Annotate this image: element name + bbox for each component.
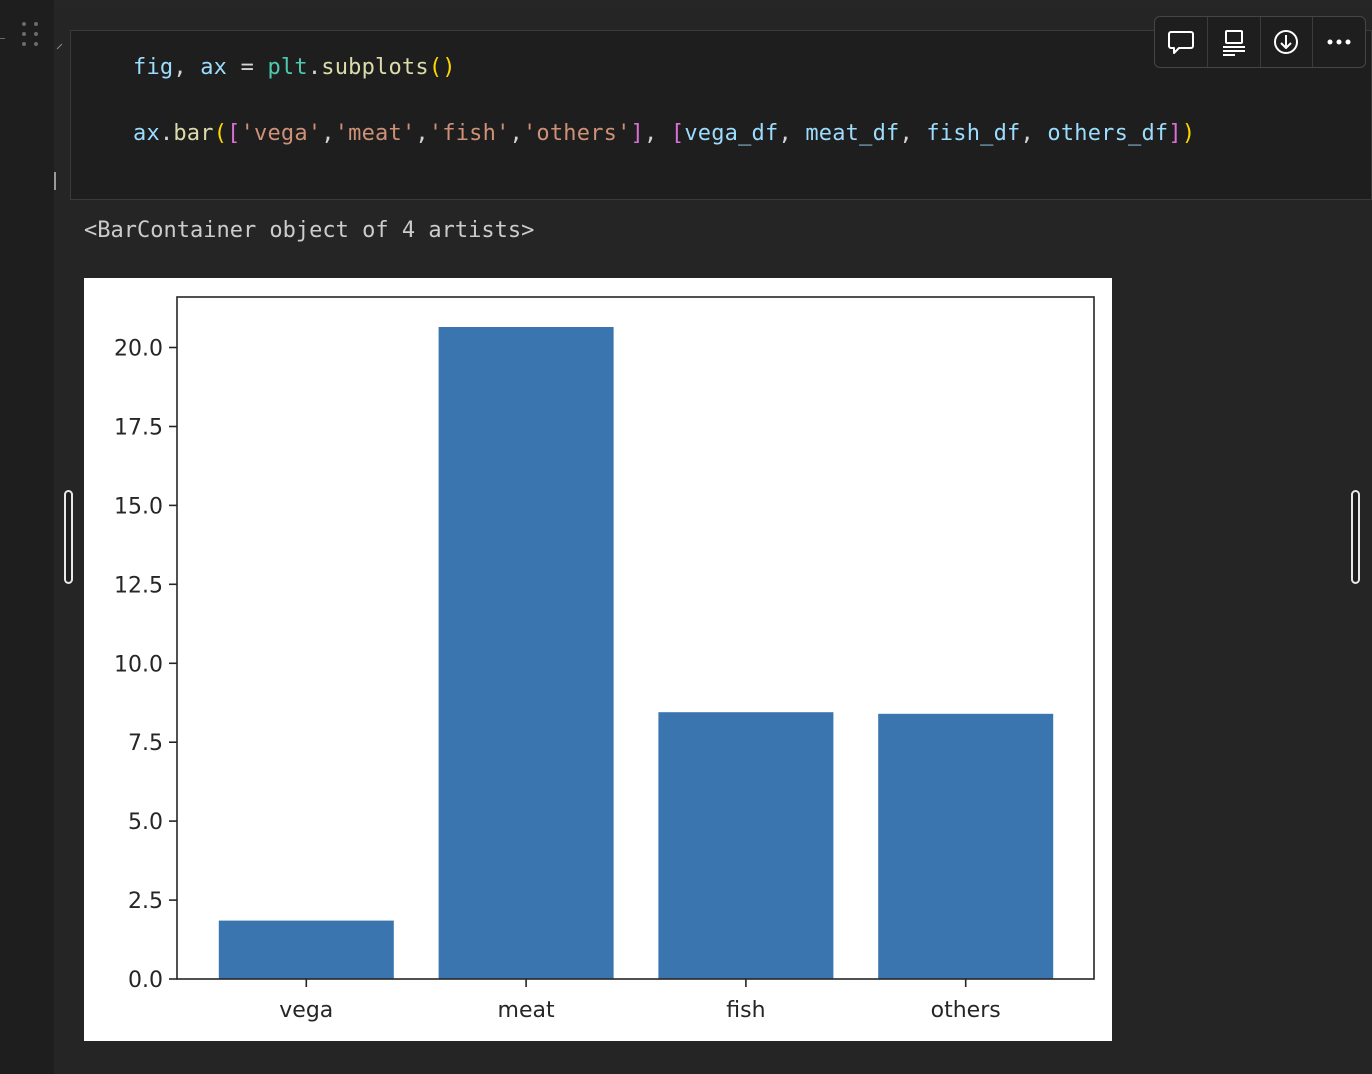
code-token: ax	[200, 55, 228, 80]
cell-output-text: <BarContainer object of 4 artists>	[84, 218, 535, 243]
bar-fish	[658, 712, 834, 979]
cell-toolbar	[1154, 16, 1366, 68]
code-token: 'vega'	[240, 121, 322, 146]
code-token: ,	[778, 121, 806, 146]
bar-vega	[218, 920, 394, 979]
code-token: [	[227, 121, 241, 146]
code-token: .	[307, 55, 322, 80]
code-token: others_df	[1047, 121, 1169, 146]
code-token: ,	[643, 121, 671, 146]
more-icon	[1327, 39, 1351, 45]
download-button[interactable]	[1261, 17, 1314, 67]
gutter-tick	[0, 38, 5, 39]
y-tick-label: 20.0	[114, 337, 163, 362]
y-tick-label: 15.0	[114, 494, 163, 519]
code-token: fig	[133, 55, 174, 80]
code-line-2: ax.bar(['vega','meat','fish','others'], …	[133, 121, 1195, 146]
code-token: ,	[509, 121, 523, 146]
code-token: ]	[1168, 121, 1182, 146]
x-tick-label: others	[931, 998, 1001, 1023]
code-token: plt	[267, 55, 308, 80]
cell-gutter	[0, 0, 54, 1074]
y-tick-label: 12.5	[114, 573, 163, 598]
code-token: ,	[1020, 121, 1048, 146]
download-icon	[1274, 30, 1299, 54]
bar-others	[878, 713, 1054, 979]
x-tick-label: meat	[498, 998, 555, 1023]
text-cursor	[54, 172, 56, 190]
y-tick-label: 7.5	[128, 731, 163, 756]
y-tick-label: 10.0	[114, 652, 163, 677]
code-token: subplots	[321, 55, 429, 80]
output-resize-handle-left[interactable]	[64, 490, 73, 584]
bar-meat	[438, 327, 614, 979]
code-token: meat_df	[805, 121, 900, 146]
split-cell-icon	[1222, 30, 1245, 56]
code-token: 'meat'	[334, 121, 416, 146]
y-tick-label: 17.5	[114, 416, 163, 441]
code-line-1: fig, ax = plt.subplots()	[133, 55, 456, 80]
code-token: (	[213, 121, 228, 146]
code-token: ,	[415, 121, 429, 146]
top-strip	[0, 0, 1372, 8]
code-token: 'others'	[522, 121, 631, 146]
code-token: ]	[630, 121, 644, 146]
x-tick-label: vega	[279, 998, 333, 1023]
code-token: 'fish'	[428, 121, 510, 146]
code-token: ax	[133, 121, 160, 146]
y-tick-label: 5.0	[128, 810, 163, 835]
code-token: ()	[428, 55, 456, 80]
y-tick-label: 2.5	[128, 889, 163, 914]
output-resize-handle-right[interactable]	[1351, 490, 1360, 584]
comment-icon	[1167, 31, 1194, 54]
x-tick-label: fish	[726, 998, 765, 1023]
more-actions-button[interactable]	[1313, 17, 1365, 67]
code-token: ,	[321, 121, 335, 146]
y-tick-label: 0.0	[128, 968, 163, 993]
code-token: fish_df	[926, 121, 1021, 146]
code-token: ,	[173, 55, 201, 80]
comment-button[interactable]	[1155, 17, 1208, 67]
code-token: bar	[173, 121, 214, 146]
code-token: ,	[899, 121, 927, 146]
code-token: )	[1181, 121, 1196, 146]
plot-output: 0.0 2.5 5.0 7.5 10.0 12.5 15.0 17.5 20.0 vega meat…	[84, 278, 1112, 1041]
code-token: [	[670, 121, 685, 146]
split-cell-button[interactable]	[1208, 17, 1261, 67]
code-token: =	[227, 55, 268, 80]
bar-chart: 0.0 2.5 5.0 7.5 10.0 12.5 15.0 17.5 20.0 vega meat…	[114, 296, 1095, 1023]
drag-handle-icon[interactable]	[22, 22, 42, 54]
code-token: vega_df	[684, 121, 779, 146]
code-token: .	[159, 121, 174, 146]
